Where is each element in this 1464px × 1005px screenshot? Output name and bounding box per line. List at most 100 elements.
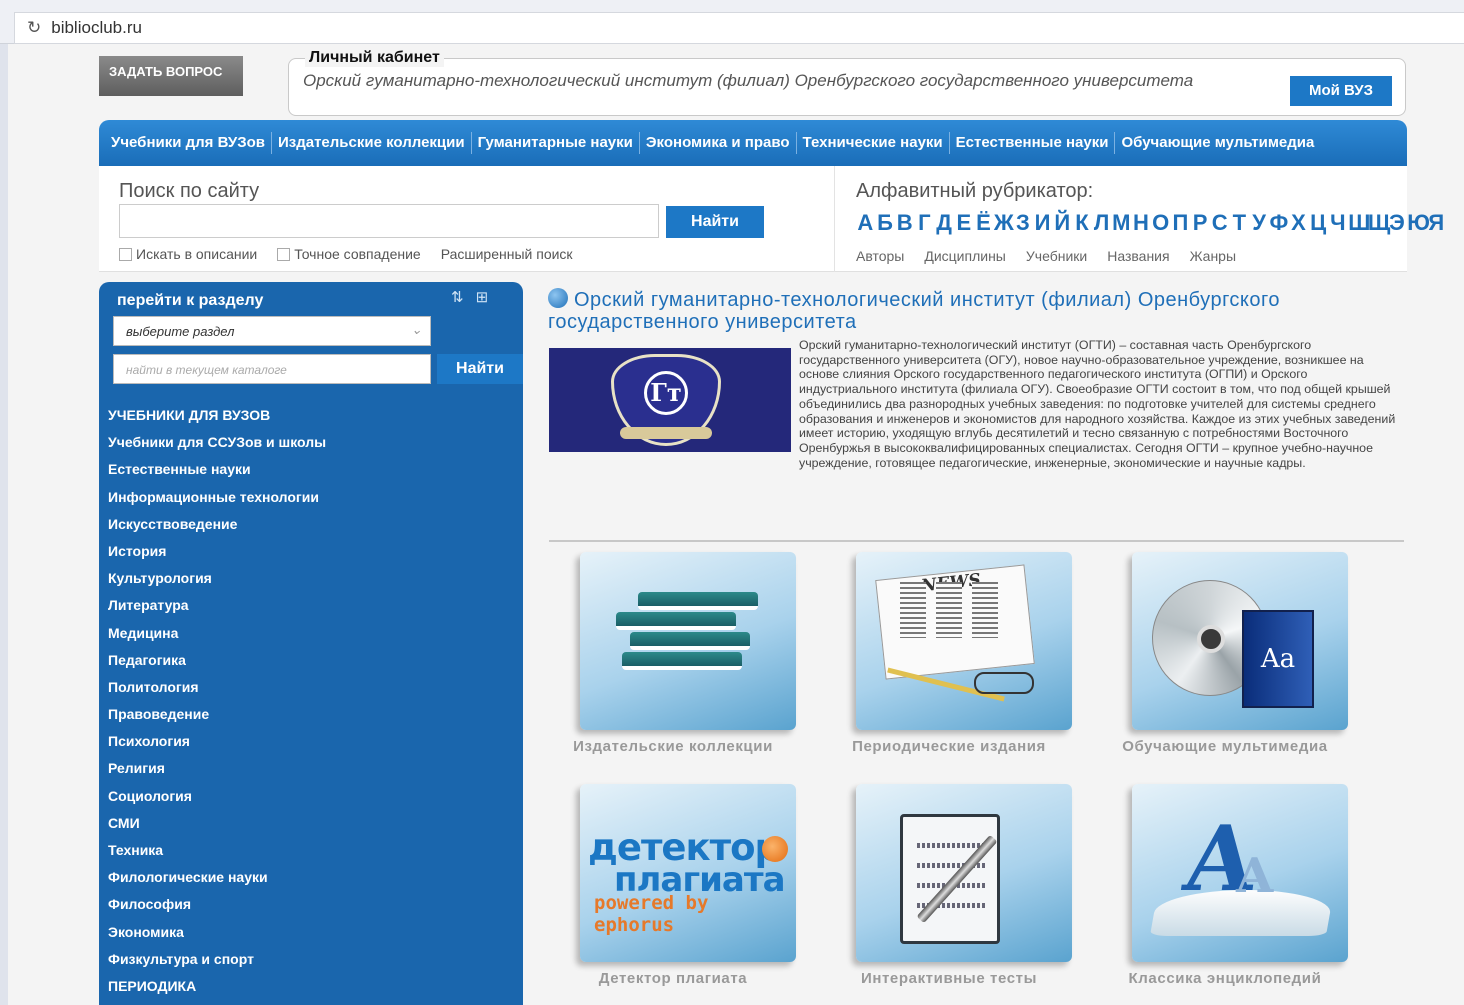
alphabet-letter[interactable]: М: [1112, 210, 1131, 236]
sidebar-category-item[interactable]: Религия: [108, 755, 326, 782]
sidebar-category-item[interactable]: Социология: [108, 783, 326, 810]
alphabet-letter[interactable]: Ф: [1269, 210, 1288, 236]
url-field[interactable]: ↻ biblioclub.ru: [14, 12, 1464, 44]
tile-interactive-tests[interactable]: Интерактивные тесты: [824, 784, 1074, 987]
tile-caption[interactable]: Периодические издания: [824, 738, 1074, 755]
exact-match-option[interactable]: Точное совпадение: [277, 246, 421, 262]
search-input[interactable]: [119, 204, 659, 238]
alphabet-letter[interactable]: И: [1033, 210, 1052, 236]
sort-icon[interactable]: ⇅: [451, 288, 464, 306]
sidebar-category-item[interactable]: Политология: [108, 674, 326, 701]
alphabet-letter[interactable]: Г: [915, 210, 934, 236]
tree-icon[interactable]: ⊞: [476, 288, 489, 306]
sidebar-category-item[interactable]: Естественные науки: [108, 456, 326, 483]
sidebar-category-item[interactable]: Культурология: [108, 565, 326, 592]
tile-publisher-collections[interactable]: Издательские коллекции: [548, 552, 798, 755]
exact-match-checkbox[interactable]: [277, 247, 291, 261]
reload-icon[interactable]: ↻: [27, 18, 41, 38]
sidebar-category-item[interactable]: Физкультура и спорт: [108, 946, 326, 973]
tile-encyclopedia-classics[interactable]: A A Классика энциклопедий: [1100, 784, 1350, 987]
sidebar-category-item[interactable]: История: [108, 538, 326, 565]
sidebar-category-item[interactable]: Искусствоведение: [108, 511, 326, 538]
sidebar-category-item[interactable]: Медицина: [108, 620, 326, 647]
rubricator-link[interactable]: Учебники: [1026, 248, 1087, 264]
alphabet-letter[interactable]: Ё: [974, 210, 993, 236]
tile-caption[interactable]: Классика энциклопедий: [1100, 970, 1350, 987]
search-descriptions-option[interactable]: Искать в описании: [119, 246, 257, 262]
alphabet-letter[interactable]: Э: [1388, 210, 1407, 236]
alphabet-letter[interactable]: Т: [1230, 210, 1249, 236]
rubricator-link[interactable]: Авторы: [856, 248, 904, 264]
alphabet-letter[interactable]: Ш: [1348, 210, 1370, 236]
clipboard-test-icon[interactable]: [856, 784, 1072, 962]
tile-caption[interactable]: Обучающие мультимедиа: [1100, 738, 1350, 755]
alphabet-letter[interactable]: Б: [876, 210, 895, 236]
alphabet-letter[interactable]: Д: [935, 210, 954, 236]
alphabet-letter[interactable]: Ц: [1309, 210, 1328, 236]
nav-item[interactable]: Издательские коллекции: [272, 132, 472, 154]
sidebar-category-item[interactable]: УЧЕБНИКИ ДЛЯ ВУЗОВ: [108, 402, 326, 429]
sidebar-category-item[interactable]: Литература: [108, 592, 326, 619]
advanced-search-link[interactable]: Расширенный поиск: [441, 246, 573, 262]
tile-periodicals[interactable]: NEWS Периодические издания: [824, 552, 1074, 755]
cd-dictionary-icon[interactable]: Aa: [1132, 552, 1348, 730]
alphabet-letter[interactable]: П: [1171, 210, 1190, 236]
section-select[interactable]: выберите раздел ⌄: [113, 316, 431, 346]
my-university-button[interactable]: Мой ВУЗ: [1290, 76, 1392, 106]
rubricator-link[interactable]: Жанры: [1190, 248, 1236, 264]
institution-title[interactable]: Орский гуманитарно-технологический инсти…: [548, 288, 1408, 333]
alphabet-letter[interactable]: Я: [1427, 210, 1446, 236]
sidebar-category-item[interactable]: Правоведение: [108, 701, 326, 728]
alphabet-letter[interactable]: Ю: [1407, 210, 1430, 236]
sidebar-category-item[interactable]: Филологические науки: [108, 864, 326, 891]
sidebar-category-item[interactable]: Экономика: [108, 919, 326, 946]
tile-caption[interactable]: Детектор плагиата: [548, 970, 798, 987]
alphabet-letter[interactable]: Ж: [994, 210, 1014, 236]
sidebar-category-item[interactable]: Учебники для ССУЗов и школы: [108, 429, 326, 456]
nav-item[interactable]: Гуманитарные науки: [472, 132, 640, 154]
tile-caption[interactable]: Издательские коллекции: [548, 738, 798, 755]
alphabet-letter[interactable]: С: [1210, 210, 1229, 236]
nav-item[interactable]: Учебники для ВУЗов: [105, 132, 272, 154]
alphabet-letter[interactable]: Х: [1289, 210, 1308, 236]
ask-question-button[interactable]: ЗАДАТЬ ВОПРОС: [99, 56, 243, 96]
alphabet-letter[interactable]: Н: [1132, 210, 1151, 236]
alphabet-letter[interactable]: Е: [954, 210, 973, 236]
alphabet-letter[interactable]: А: [856, 210, 875, 236]
catalog-search-button[interactable]: Найти: [437, 354, 523, 384]
newspaper-icon[interactable]: NEWS: [856, 552, 1072, 730]
books-icon[interactable]: [580, 552, 796, 730]
alphabet-letter[interactable]: К: [1073, 210, 1092, 236]
sidebar-category-item[interactable]: ПЕРИОДИКА: [108, 973, 326, 1000]
sidebar-category-item[interactable]: Психология: [108, 728, 326, 755]
rubricator-link[interactable]: Названия: [1107, 248, 1169, 264]
nav-item[interactable]: Технические науки: [797, 132, 950, 154]
search-descriptions-checkbox[interactable]: [119, 247, 132, 261]
tile-plagiarism-detector[interactable]: детектор плагиата powered by ephorus Дет…: [548, 784, 798, 987]
sidebar-category-item[interactable]: Техника: [108, 837, 326, 864]
sidebar-category-item[interactable]: Педагогика: [108, 647, 326, 674]
institution-title-text[interactable]: Орский гуманитарно-технологический инсти…: [548, 289, 1280, 333]
nav-item[interactable]: Экономика и право: [640, 132, 797, 154]
catalog-search-input[interactable]: найти в текущем каталоге: [113, 354, 431, 384]
alphabet-letter[interactable]: У: [1250, 210, 1269, 236]
alphabet-letter[interactable]: В: [895, 210, 914, 236]
url-text[interactable]: biblioclub.ru: [51, 18, 142, 38]
alphabet-letter[interactable]: Щ: [1368, 210, 1390, 236]
nav-item[interactable]: Естественные науки: [950, 132, 1116, 154]
search-button[interactable]: Найти: [666, 206, 764, 238]
encyclopedia-icon[interactable]: A A: [1132, 784, 1348, 962]
alphabet-letter[interactable]: Й: [1053, 210, 1072, 236]
tile-caption[interactable]: Интерактивные тесты: [824, 970, 1074, 987]
alphabet-letter[interactable]: Р: [1191, 210, 1210, 236]
tile-educational-multimedia[interactable]: Aa Обучающие мультимедиа: [1100, 552, 1350, 755]
rubricator-link[interactable]: Дисциплины: [924, 248, 1006, 264]
alphabet-letter[interactable]: О: [1151, 210, 1170, 236]
alphabet-letter[interactable]: Л: [1092, 210, 1111, 236]
alphabet-letter[interactable]: З: [1014, 210, 1033, 236]
nav-item[interactable]: Обучающие мультимедиа: [1115, 132, 1320, 154]
alphabet-letter[interactable]: Ч: [1329, 210, 1348, 236]
plagiarism-detector-icon[interactable]: детектор плагиата powered by ephorus: [580, 784, 796, 962]
sidebar-category-item[interactable]: Философия: [108, 891, 326, 918]
sidebar-category-item[interactable]: СМИ: [108, 810, 326, 837]
